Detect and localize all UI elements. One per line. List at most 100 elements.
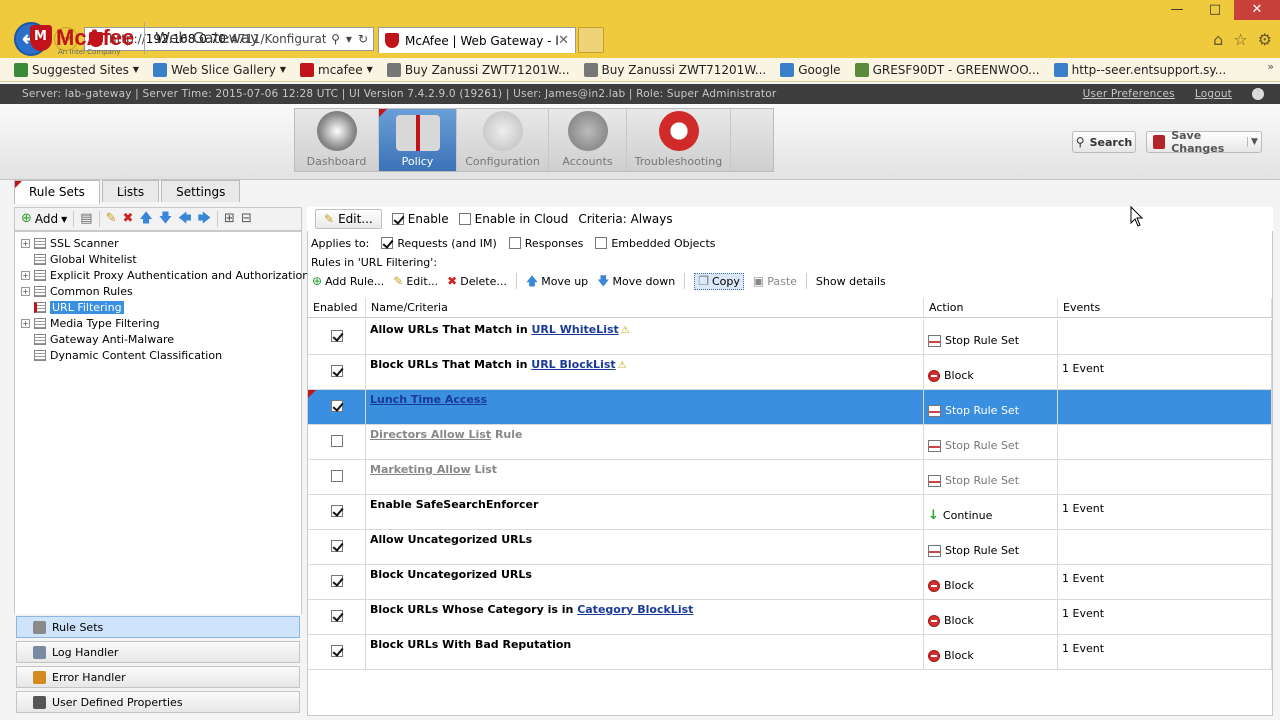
rule-name[interactable]: Enable SafeSearchEnforcer bbox=[370, 498, 538, 511]
rule-list-link[interactable]: Category BlockList bbox=[577, 603, 693, 616]
move-up-icon[interactable]: 🡅 bbox=[139, 212, 152, 226]
tree-item[interactable]: + Common Rules bbox=[15, 283, 301, 299]
logout-link[interactable]: Logout bbox=[1195, 88, 1232, 100]
move-left-icon[interactable]: 🡄 bbox=[178, 212, 191, 226]
enable-checkbox[interactable]: Enable bbox=[391, 212, 449, 226]
expand-icon[interactable]: + bbox=[21, 238, 30, 248]
browser-tab[interactable]: McAfee | Web Gateway - la... ✕ bbox=[378, 27, 576, 53]
chevron-down-icon[interactable]: ▼ bbox=[280, 65, 286, 74]
dropdown-icon[interactable]: ▾ bbox=[346, 32, 352, 46]
column-action[interactable]: Action bbox=[924, 298, 1058, 317]
column-enabled[interactable]: Enabled bbox=[308, 298, 366, 317]
expand-icon[interactable]: + bbox=[21, 318, 30, 328]
checkbox-icon[interactable] bbox=[508, 237, 521, 249]
collapse-all-icon[interactable]: ⊟ bbox=[241, 212, 252, 226]
tab-close-icon[interactable]: ✕ bbox=[558, 33, 569, 48]
edit-rule-button[interactable]: ✎ Edit... bbox=[393, 275, 438, 288]
add-rule-button[interactable]: ⊕ Add Rule... bbox=[312, 275, 384, 288]
rule-name[interactable]: Lunch Time Access bbox=[370, 393, 487, 406]
rule-list-link[interactable]: URL BlockList bbox=[531, 358, 615, 371]
paste-button[interactable]: ▣ Paste bbox=[753, 275, 797, 288]
view-list-icon[interactable]: ▤ bbox=[80, 212, 92, 226]
rule-row[interactable]: Enable SafeSearchEnforcer ↓ Continue 1 Even… bbox=[308, 495, 1272, 530]
checkbox-icon[interactable] bbox=[381, 237, 394, 249]
expand-icon[interactable]: + bbox=[21, 286, 30, 296]
new-tab-button[interactable] bbox=[578, 27, 604, 53]
delete-rule-button[interactable]: ✖ Delete... bbox=[447, 275, 507, 288]
favorite-item[interactable]: Buy Zanussi ZWT71201W... bbox=[386, 62, 570, 77]
user-preferences-link[interactable]: User Preferences bbox=[1083, 88, 1175, 100]
show-details-button[interactable]: Show details bbox=[816, 275, 886, 288]
tree-item[interactable]: Global Whitelist bbox=[15, 251, 301, 267]
tree-item[interactable]: + SSL Scanner bbox=[15, 235, 301, 251]
edit-pencil-icon[interactable]: ✎ bbox=[106, 212, 117, 226]
rule-list-link[interactable]: Lunch Time Access bbox=[370, 393, 487, 406]
rule-enabled-checkbox[interactable] bbox=[331, 365, 343, 377]
rule-row[interactable]: Block URLs That Match in URL BlockList ⚠ B… bbox=[308, 355, 1272, 390]
copy-button[interactable]: ❐ Copy bbox=[694, 272, 744, 290]
rule-name[interactable]: Allow Uncategorized URLs bbox=[370, 533, 532, 546]
applies-responses-checkbox[interactable]: Responses bbox=[508, 237, 583, 250]
tab-settings[interactable]: Settings bbox=[161, 180, 241, 202]
rule-row[interactable]: Marketing Allow List Stop Rule Set bbox=[308, 460, 1272, 495]
rule-row[interactable]: Directors Allow List Rule Stop Rule Set bbox=[308, 425, 1272, 460]
rule-name[interactable]: Block URLs That Match in URL BlockList ⚠ bbox=[370, 358, 627, 371]
delete-x-icon[interactable]: ✖ bbox=[123, 212, 134, 226]
favorites-star-icon[interactable]: ☆ bbox=[1233, 30, 1247, 49]
rule-list-link[interactable]: Marketing Allow bbox=[370, 463, 471, 476]
favorite-item[interactable]: http--seer.entsupport.sy... bbox=[1053, 62, 1226, 77]
refresh-icon[interactable]: ↻ bbox=[358, 32, 368, 46]
nav-policy[interactable]: Policy bbox=[379, 109, 457, 171]
applies-requests-checkbox[interactable]: Requests (and IM) bbox=[381, 237, 497, 250]
settings-gear-icon[interactable]: ⚙ bbox=[1258, 30, 1272, 49]
move-down-icon[interactable]: 🡇 bbox=[159, 212, 172, 226]
rule-name[interactable]: Allow URLs That Match in URL WhiteList ⚠ bbox=[370, 323, 630, 336]
nav-dashboard[interactable]: Dashboard bbox=[295, 109, 379, 171]
accordion-rule-sets[interactable]: Rule Sets bbox=[16, 616, 300, 638]
search-button[interactable]: ⚲ Search bbox=[1072, 131, 1136, 153]
rule-row[interactable]: Block Uncategorized URLs Block 1 Event bbox=[308, 565, 1272, 600]
rule-name[interactable]: Block URLs With Bad Reputation bbox=[370, 638, 571, 651]
rule-name[interactable]: Block Uncategorized URLs bbox=[370, 568, 532, 581]
rule-name[interactable]: Marketing Allow List bbox=[370, 463, 497, 476]
favorite-item[interactable]: Suggested Sites ▼ bbox=[14, 62, 139, 77]
favorites-overflow-icon[interactable]: » bbox=[1267, 60, 1274, 73]
move-up-button[interactable]: 🡅 Move up bbox=[526, 275, 588, 288]
favorite-item[interactable]: Web Slice Gallery ▼ bbox=[153, 62, 286, 77]
tree-item[interactable]: URL Filtering bbox=[15, 299, 301, 315]
rule-name[interactable]: Block URLs Whose Category is in Category… bbox=[370, 603, 693, 616]
nav-configuration[interactable]: Configuration bbox=[457, 109, 549, 171]
rule-enabled-checkbox[interactable] bbox=[331, 575, 343, 587]
accordion-error-handler[interactable]: Error Handler bbox=[16, 666, 300, 688]
chevron-down-icon[interactable]: ▼ bbox=[133, 65, 139, 74]
favorite-item[interactable]: Google bbox=[780, 62, 841, 77]
rule-enabled-checkbox[interactable] bbox=[331, 645, 343, 657]
search-icon[interactable]: ⚲ bbox=[331, 32, 340, 46]
rule-list-link[interactable]: Directors Allow List bbox=[370, 428, 491, 441]
nav-accounts[interactable]: Accounts bbox=[549, 109, 627, 171]
favorite-item[interactable]: GRESF90DT - GREENWOO... bbox=[854, 62, 1040, 77]
favorite-item[interactable]: mcafee ▼ bbox=[300, 62, 373, 77]
minimize-icon[interactable]: — bbox=[1158, 0, 1196, 20]
expand-icon[interactable]: + bbox=[21, 270, 30, 280]
help-icon[interactable]: ? bbox=[1252, 88, 1264, 100]
accordion-user-defined-properties[interactable]: User Defined Properties bbox=[16, 691, 300, 713]
accordion-log-handler[interactable]: Log Handler bbox=[16, 641, 300, 663]
tab-lists[interactable]: Lists bbox=[101, 180, 160, 202]
rule-row[interactable]: Block URLs Whose Category is in Category… bbox=[308, 600, 1272, 635]
chevron-down-icon[interactable]: ▼ bbox=[1246, 137, 1261, 147]
rule-enabled-checkbox[interactable] bbox=[331, 610, 343, 622]
rule-enabled-checkbox[interactable] bbox=[331, 330, 343, 342]
save-changes-button[interactable]: Save Changes ▼ bbox=[1146, 129, 1262, 155]
maximize-icon[interactable]: □ bbox=[1196, 0, 1234, 20]
home-icon[interactable]: ⌂ bbox=[1213, 30, 1223, 49]
rule-row[interactable]: Allow URLs That Match in URL WhiteList ⚠ S… bbox=[308, 320, 1272, 355]
rule-row[interactable]: Allow Uncategorized URLs Stop Rule Set bbox=[308, 530, 1272, 565]
edit-ruleset-button[interactable]: ✎ Edit... bbox=[315, 209, 382, 229]
nav-troubleshooting[interactable]: Troubleshooting bbox=[627, 109, 731, 171]
enable-in-cloud-checkbox[interactable]: Enable in Cloud bbox=[458, 212, 568, 226]
close-window-icon[interactable]: ✕ bbox=[1234, 0, 1280, 20]
applies-embedded-checkbox[interactable]: Embedded Objects bbox=[595, 237, 716, 250]
rule-enabled-checkbox[interactable] bbox=[331, 470, 343, 482]
tab-rule-sets[interactable]: Rule Sets bbox=[14, 180, 100, 204]
